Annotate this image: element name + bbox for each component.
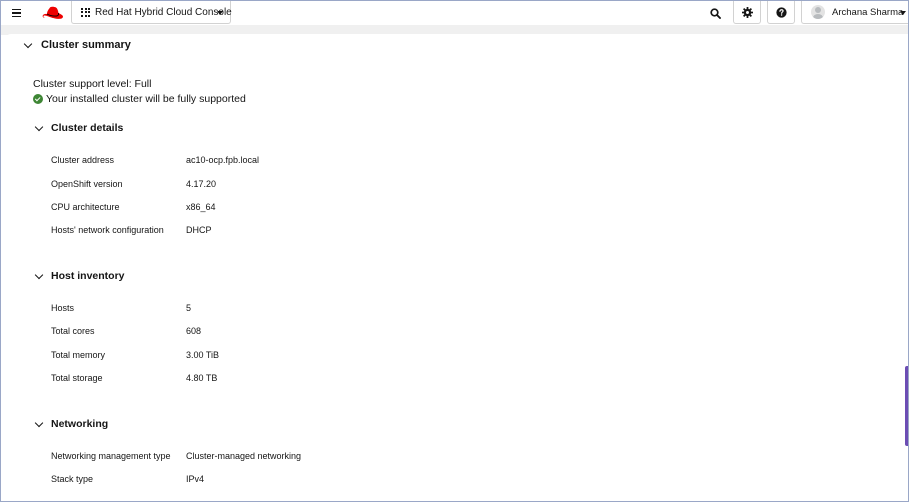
hamburger-icon[interactable] bbox=[8, 5, 24, 21]
support-status-text: Your installed cluster will be fully sup… bbox=[46, 93, 246, 105]
support-level: Cluster support level: Full bbox=[33, 78, 152, 90]
networking-value: IPv4 bbox=[186, 474, 205, 484]
gear-icon bbox=[741, 6, 753, 18]
app-title: Red Hat Hybrid Cloud Console bbox=[95, 6, 232, 18]
inventory-label: Total cores bbox=[51, 326, 95, 336]
detail-value: DHCP bbox=[186, 225, 212, 235]
search-button[interactable] bbox=[704, 2, 726, 24]
detail-label: OpenShift version bbox=[51, 179, 123, 189]
inventory-value: 5 bbox=[186, 303, 192, 313]
app-switcher[interactable]: Red Hat Hybrid Cloud Console bbox=[71, 1, 232, 24]
user-menu[interactable]: Archana Sharma bbox=[801, 1, 908, 24]
caret-down-icon bbox=[900, 11, 906, 15]
inventory-value: 3.00 TiB bbox=[186, 350, 220, 360]
inventory-value: 608 bbox=[186, 326, 202, 336]
console-window: Red Hat Hybrid Cloud Console Archana Sha… bbox=[0, 0, 909, 502]
networking-label: Stack type bbox=[51, 474, 94, 484]
search-icon bbox=[709, 7, 721, 19]
networking-value: Cluster-managed networking bbox=[186, 451, 302, 461]
host-inventory-title[interactable]: Host inventory bbox=[51, 270, 125, 282]
help-button[interactable] bbox=[767, 1, 795, 24]
networking-title[interactable]: Networking bbox=[51, 418, 108, 430]
detail-label: Hosts' network configuration bbox=[51, 225, 164, 235]
detail-label: CPU architecture bbox=[51, 202, 120, 212]
masthead: Red Hat Hybrid Cloud Console Archana Sha… bbox=[1, 1, 908, 25]
check-circle-icon bbox=[33, 94, 43, 104]
inventory-value: 4.80 TB bbox=[186, 373, 218, 383]
support-status: Your installed cluster will be fully sup… bbox=[33, 93, 246, 105]
redhat-logo[interactable] bbox=[42, 5, 64, 21]
detail-label: Cluster address bbox=[51, 155, 115, 165]
inventory-label: Hosts bbox=[51, 303, 75, 313]
detail-value: x86_64 bbox=[186, 202, 216, 212]
inventory-label: Total storage bbox=[51, 373, 103, 383]
cluster-summary-title[interactable]: Cluster summary bbox=[41, 39, 131, 51]
caret-down-icon bbox=[217, 11, 223, 15]
user-name: Archana Sharma bbox=[832, 6, 904, 18]
detail-value: 4.17.20 bbox=[186, 179, 217, 189]
avatar bbox=[811, 5, 825, 19]
inventory-label: Total memory bbox=[51, 350, 106, 360]
cluster-details-title[interactable]: Cluster details bbox=[51, 122, 123, 134]
detail-value: ac10-ocp.fpb.local bbox=[186, 155, 260, 165]
question-circle-icon bbox=[775, 6, 787, 18]
scroll-indicator[interactable] bbox=[905, 366, 908, 446]
grid-icon bbox=[81, 7, 90, 17]
settings-button[interactable] bbox=[733, 1, 761, 24]
networking-label: Networking management type bbox=[51, 451, 171, 461]
